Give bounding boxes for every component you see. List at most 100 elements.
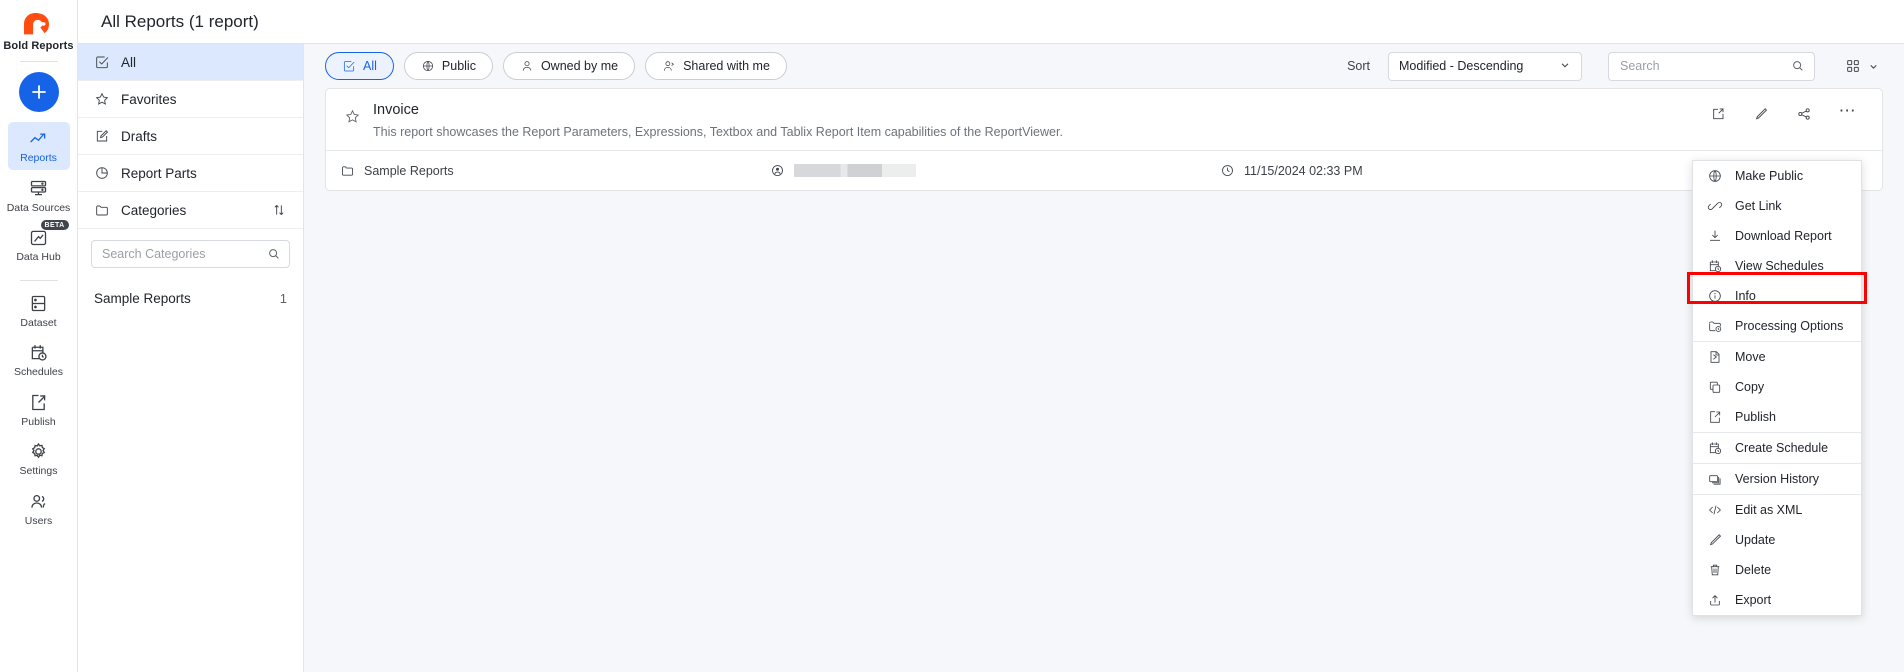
edit-button[interactable] [1753,106,1769,122]
context-menu-label: Processing Options [1735,319,1844,333]
filter-chip-label: Public [441,59,476,73]
report-owner-redacted [794,164,916,177]
context-menu-item-view-schedules[interactable]: View Schedules [1693,251,1861,281]
sidebar-item-report-parts[interactable]: Report Parts [78,155,303,192]
context-menu-label: Publish [1735,410,1776,424]
report-modified-label: 11/15/2024 02:33 PM [1244,163,1363,178]
globe-icon [1709,170,1721,182]
category-search-input[interactable] [100,246,261,262]
context-menu-group-5: Edit as XML Update Delete Export [1693,494,1861,615]
context-menu-group-3: Create Schedule [1693,432,1861,463]
rail-item-dataset[interactable]: Dataset [8,287,70,335]
rail-divider-2 [19,279,58,281]
report-search-box[interactable] [1608,51,1815,81]
context-menu-group-2: Move Copy Publish [1693,341,1861,432]
sort-arrows-icon [274,205,284,215]
context-menu-label: Update [1735,533,1776,547]
report-owner [770,163,1220,178]
rail-item-publish[interactable]: Publish [8,386,70,434]
chevron-down-icon [1559,59,1571,74]
context-menu-label: Make Public [1735,169,1804,183]
context-menu-item-edit-as-xml[interactable]: Edit as XML [1693,495,1861,525]
report-search-input[interactable] [1618,58,1785,74]
context-menu-item-create-schedule[interactable]: Create Schedule [1693,433,1861,463]
sort-select-value: Modified - Descending [1399,59,1524,73]
context-menu-item-move[interactable]: Move [1693,342,1861,372]
category-item-sample-reports[interactable]: Sample Reports 1 [78,278,303,318]
context-menu-item-export[interactable]: Export [1693,585,1861,615]
report-card-meta: Sample Reports 11/15/2024 02:33 PM [326,150,1882,190]
info-circle-icon [1709,290,1721,302]
context-menu-group-1: Make Public Get Link Download Report Vie… [1693,161,1861,341]
context-menu-group-4: Version History [1693,463,1861,494]
filter-chip-all[interactable]: All [325,52,394,80]
report-title[interactable]: Invoice [373,102,1710,118]
category-sort-toggle[interactable] [271,202,287,218]
share-button[interactable] [1796,106,1812,122]
filter-chip-public[interactable]: Public [403,52,493,80]
context-menu-item-update[interactable]: Update [1693,525,1861,555]
rail-item-data-hub[interactable]: BETA Data Hub [8,220,70,269]
publish-icon [32,394,46,410]
layers-icon [1709,475,1721,485]
sidebar-item-drafts[interactable]: Drafts [78,118,303,155]
create-new-button[interactable] [18,72,59,112]
rail-divider [19,61,58,62]
sidebar-item-favorites[interactable]: Favorites [78,81,303,118]
top-bar: All Reports (1 report) [78,0,1904,44]
calendar-clock-icon [1709,260,1722,273]
search-icon [269,249,279,259]
calendar-clock-icon [1709,442,1722,455]
context-menu-item-info[interactable]: Info [1693,281,1861,311]
report-description: This report showcases the Report Paramet… [373,125,1063,139]
favorite-star-button[interactable] [340,102,373,139]
rail-item-label: Reports [20,152,57,164]
context-menu-item-version-history[interactable]: Version History [1693,464,1861,494]
report-card-header: Invoice This report showcases the Report… [326,89,1882,150]
rail-item-reports[interactable]: Reports [7,122,70,170]
link-icon [1707,202,1723,210]
rail-item-data-sources[interactable]: Data Sources [7,172,70,220]
sidebar-item-label: Drafts [121,128,158,144]
calendar-clock-icon [31,345,47,361]
context-menu-item-get-link[interactable]: Get Link [1693,191,1861,221]
pie-chart-icon [96,167,108,179]
category-search-box[interactable] [91,240,290,268]
report-modified: 11/15/2024 02:33 PM [1220,163,1363,178]
context-menu-item-make-public[interactable]: Make Public [1693,161,1861,191]
context-menu-label: Version History [1735,472,1820,486]
publish-icon [1710,411,1721,423]
checkbox-check-icon [343,61,355,72]
folder-icon [342,166,353,176]
context-menu-item-copy[interactable]: Copy [1693,372,1861,402]
context-menu-label: Export [1735,593,1772,607]
sidebar-item-categories[interactable]: Categories [78,192,303,229]
more-horizontal-icon[interactable]: ⋯ [1839,102,1858,119]
brand-name: Bold Reports [3,40,74,52]
rail-item-users[interactable]: Users [8,485,70,533]
copy-icon [1709,381,1721,393]
open-external-button[interactable] [1710,106,1726,122]
beta-badge: BETA [40,220,69,231]
context-menu-label: Edit as XML [1735,503,1803,517]
filter-chip-shared-with-me[interactable]: Shared with me [645,52,787,80]
sidebar-item-all[interactable]: All [78,44,303,81]
rail-item-label: Users [24,514,53,527]
brand[interactable]: Bold Reports [3,6,74,52]
view-mode-switcher[interactable] [1841,52,1883,81]
sort-label: Sort [1347,59,1370,73]
filter-chip-label: All [363,59,377,73]
context-menu-item-delete[interactable]: Delete [1693,555,1861,585]
folder-clock-icon [1709,321,1722,332]
context-menu-item-download-report[interactable]: Download Report [1693,221,1861,251]
export-icon [1710,595,1720,606]
context-menu-item-processing-options[interactable]: Processing Options [1693,311,1861,341]
filter-chip-label: Shared with me [683,59,770,73]
rail-item-settings[interactable]: Settings [8,435,70,483]
sort-select[interactable]: Modified - Descending [1388,51,1582,81]
filter-chip-owned-by-me[interactable]: Owned by me [502,52,636,80]
server-icon [30,180,47,195]
context-menu-item-publish[interactable]: Publish [1693,402,1861,432]
rail-item-schedules[interactable]: Schedules [8,336,70,384]
trash-icon [1710,564,1720,576]
